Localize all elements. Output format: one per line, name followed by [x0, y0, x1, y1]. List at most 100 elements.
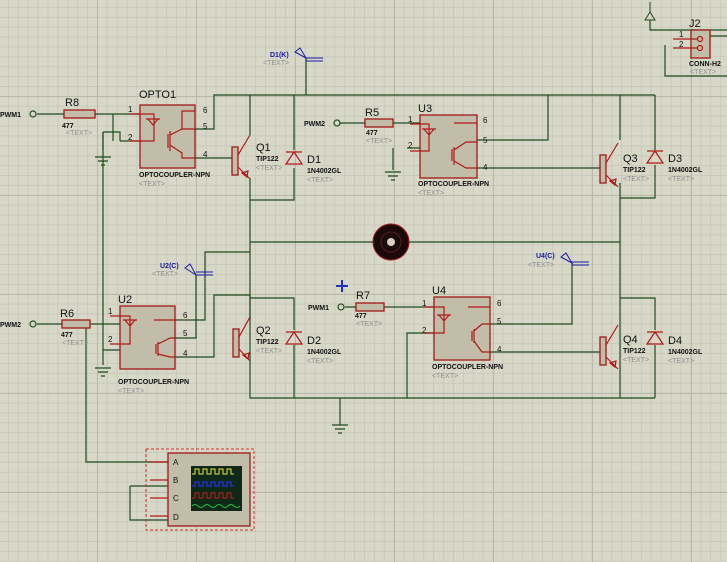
- label: U2(C): [160, 263, 179, 270]
- label: 6: [203, 106, 208, 115]
- label: R7: [356, 290, 370, 302]
- label: B: [173, 476, 178, 485]
- label: OPTO1: [139, 89, 176, 101]
- input-terminal[interactable]: PWM2: [304, 119, 341, 128]
- label: R6: [60, 308, 74, 320]
- label: 1N4002GL: [668, 167, 703, 174]
- label: <TEXT>: [307, 358, 333, 365]
- label: D4: [668, 335, 682, 347]
- label: 1: [679, 30, 684, 39]
- connector-j2[interactable]: J2 12 CONN-H2<TEXT>: [673, 18, 721, 76]
- label: A: [173, 458, 179, 467]
- transistor-q4[interactable]: Q4 TIP122 <TEXT>: [599, 324, 649, 370]
- label: 1N4002GL: [307, 168, 342, 175]
- label: D3: [668, 153, 682, 165]
- label: U4: [432, 285, 446, 297]
- label: 4: [483, 163, 488, 172]
- label: 5: [497, 317, 502, 326]
- label: J2: [689, 18, 701, 30]
- label: <TEXT>: [623, 357, 649, 364]
- label: <TEXT>: [256, 165, 282, 172]
- label: 2: [408, 141, 413, 150]
- input-terminal[interactable]: PWM1: [308, 303, 345, 312]
- label: 2: [422, 326, 427, 335]
- label: Q4: [623, 334, 638, 346]
- label: 5: [183, 329, 188, 338]
- label: 477: [366, 130, 378, 137]
- label: TIP122: [256, 156, 279, 163]
- transistor-q2[interactable]: Q2 TIP122 <TEXT>: [232, 316, 282, 362]
- label: R5: [365, 107, 379, 119]
- label: TIP122: [623, 167, 646, 174]
- label: U2: [118, 294, 132, 306]
- label: 4: [203, 150, 208, 159]
- label: <TEXT>: [118, 388, 144, 395]
- label: Q2: [256, 325, 271, 337]
- label: 1: [422, 299, 427, 308]
- label: <TEXT>: [307, 177, 333, 184]
- label: OPTOCOUPLER-NPN: [432, 364, 503, 371]
- label: 477: [62, 123, 74, 130]
- optocoupler-u2[interactable]: U2 1 2 6 5 4 OPTOCOUPLER-NPN <TEXT>: [108, 294, 189, 395]
- label: <TEXT>: [139, 181, 165, 188]
- label: <TEXT>: [256, 348, 282, 355]
- label: 2: [108, 335, 113, 344]
- label: 477: [355, 313, 367, 320]
- label: PWM2: [0, 322, 21, 329]
- label: <TEXT>: [690, 69, 716, 76]
- optocoupler-u3[interactable]: U3 1 2 6 5 4 OPTOCOUPLER-NPN <TEXT>: [408, 103, 489, 197]
- resistor-r7[interactable]: R7 477<TEXT>: [355, 290, 385, 328]
- label: 1N4002GL: [668, 349, 703, 356]
- label: <TEXT>: [432, 373, 458, 380]
- label: TIP122: [623, 348, 646, 355]
- label: PWM1: [308, 305, 329, 312]
- label: 1: [108, 307, 113, 316]
- resistor-r8[interactable]: R8 477<TEXT>: [62, 97, 96, 137]
- label: D2: [307, 335, 321, 347]
- label: 6: [183, 311, 188, 320]
- label: 2: [679, 40, 684, 49]
- label: <TEXT>: [668, 176, 694, 183]
- label: PWM1: [0, 112, 21, 119]
- move-cursor-icon: [336, 280, 348, 292]
- input-terminal[interactable]: PWM2: [0, 320, 37, 329]
- dc-motor[interactable]: [372, 223, 410, 261]
- label: <TEXT>: [623, 176, 649, 183]
- label: U4(C): [536, 253, 555, 260]
- label: 5: [203, 122, 208, 131]
- label: Q1: [256, 142, 271, 154]
- label: 5: [483, 136, 488, 145]
- label: 1N4002GL: [307, 349, 342, 356]
- transistor-q1[interactable]: Q1 TIP122 <TEXT>: [231, 134, 282, 180]
- label: 6: [497, 299, 502, 308]
- transistor-q3[interactable]: Q3 TIP122 <TEXT>: [599, 142, 649, 188]
- label: OPTOCOUPLER-NPN: [139, 172, 210, 179]
- label: <TEXT>: [668, 358, 694, 365]
- label: D1: [307, 154, 321, 166]
- label: 1: [128, 105, 133, 114]
- label: D: [173, 513, 179, 522]
- input-terminal[interactable]: PWM1: [0, 110, 37, 119]
- label: OPTOCOUPLER-NPN: [118, 379, 189, 386]
- voltage-probe-d1[interactable]: D1(K)<TEXT>: [263, 47, 323, 67]
- label: 2: [128, 133, 133, 142]
- label: 4: [497, 345, 502, 354]
- optocoupler-u4[interactable]: U4 1 2 6 5 4 OPTOCOUPLER-NPN <TEXT>: [422, 285, 503, 380]
- resistor-r5[interactable]: R5 477<TEXT>: [364, 107, 394, 145]
- voltage-probe-u2[interactable]: U2(C)<TEXT>: [152, 263, 213, 278]
- label: <TEXT>: [263, 60, 289, 67]
- schematic-canvas[interactable]: PWM1 PWM2 PWM2 PWM1 R8477<TEXT> R5477<TE…: [0, 0, 727, 562]
- label: <TEXT>: [62, 340, 88, 347]
- label: R8: [65, 97, 79, 109]
- label: 477: [61, 332, 73, 339]
- label: <TEXT>: [528, 262, 554, 269]
- label: <TEXT>: [152, 271, 178, 278]
- resistor-r6[interactable]: R6 477<TEXT>: [60, 308, 91, 347]
- label: 1: [408, 115, 413, 124]
- voltage-probe-u4[interactable]: U4(C) <TEXT>: [528, 252, 589, 269]
- oscilloscope[interactable]: ABC D: [145, 448, 255, 531]
- label: PWM2: [304, 121, 325, 128]
- optocoupler-opto1[interactable]: OPTO1 1 2 6 5 4 OPTOCOUPLER-NPN <TEXT>: [128, 89, 210, 188]
- label: D1(K): [270, 52, 289, 59]
- label: C: [173, 494, 179, 503]
